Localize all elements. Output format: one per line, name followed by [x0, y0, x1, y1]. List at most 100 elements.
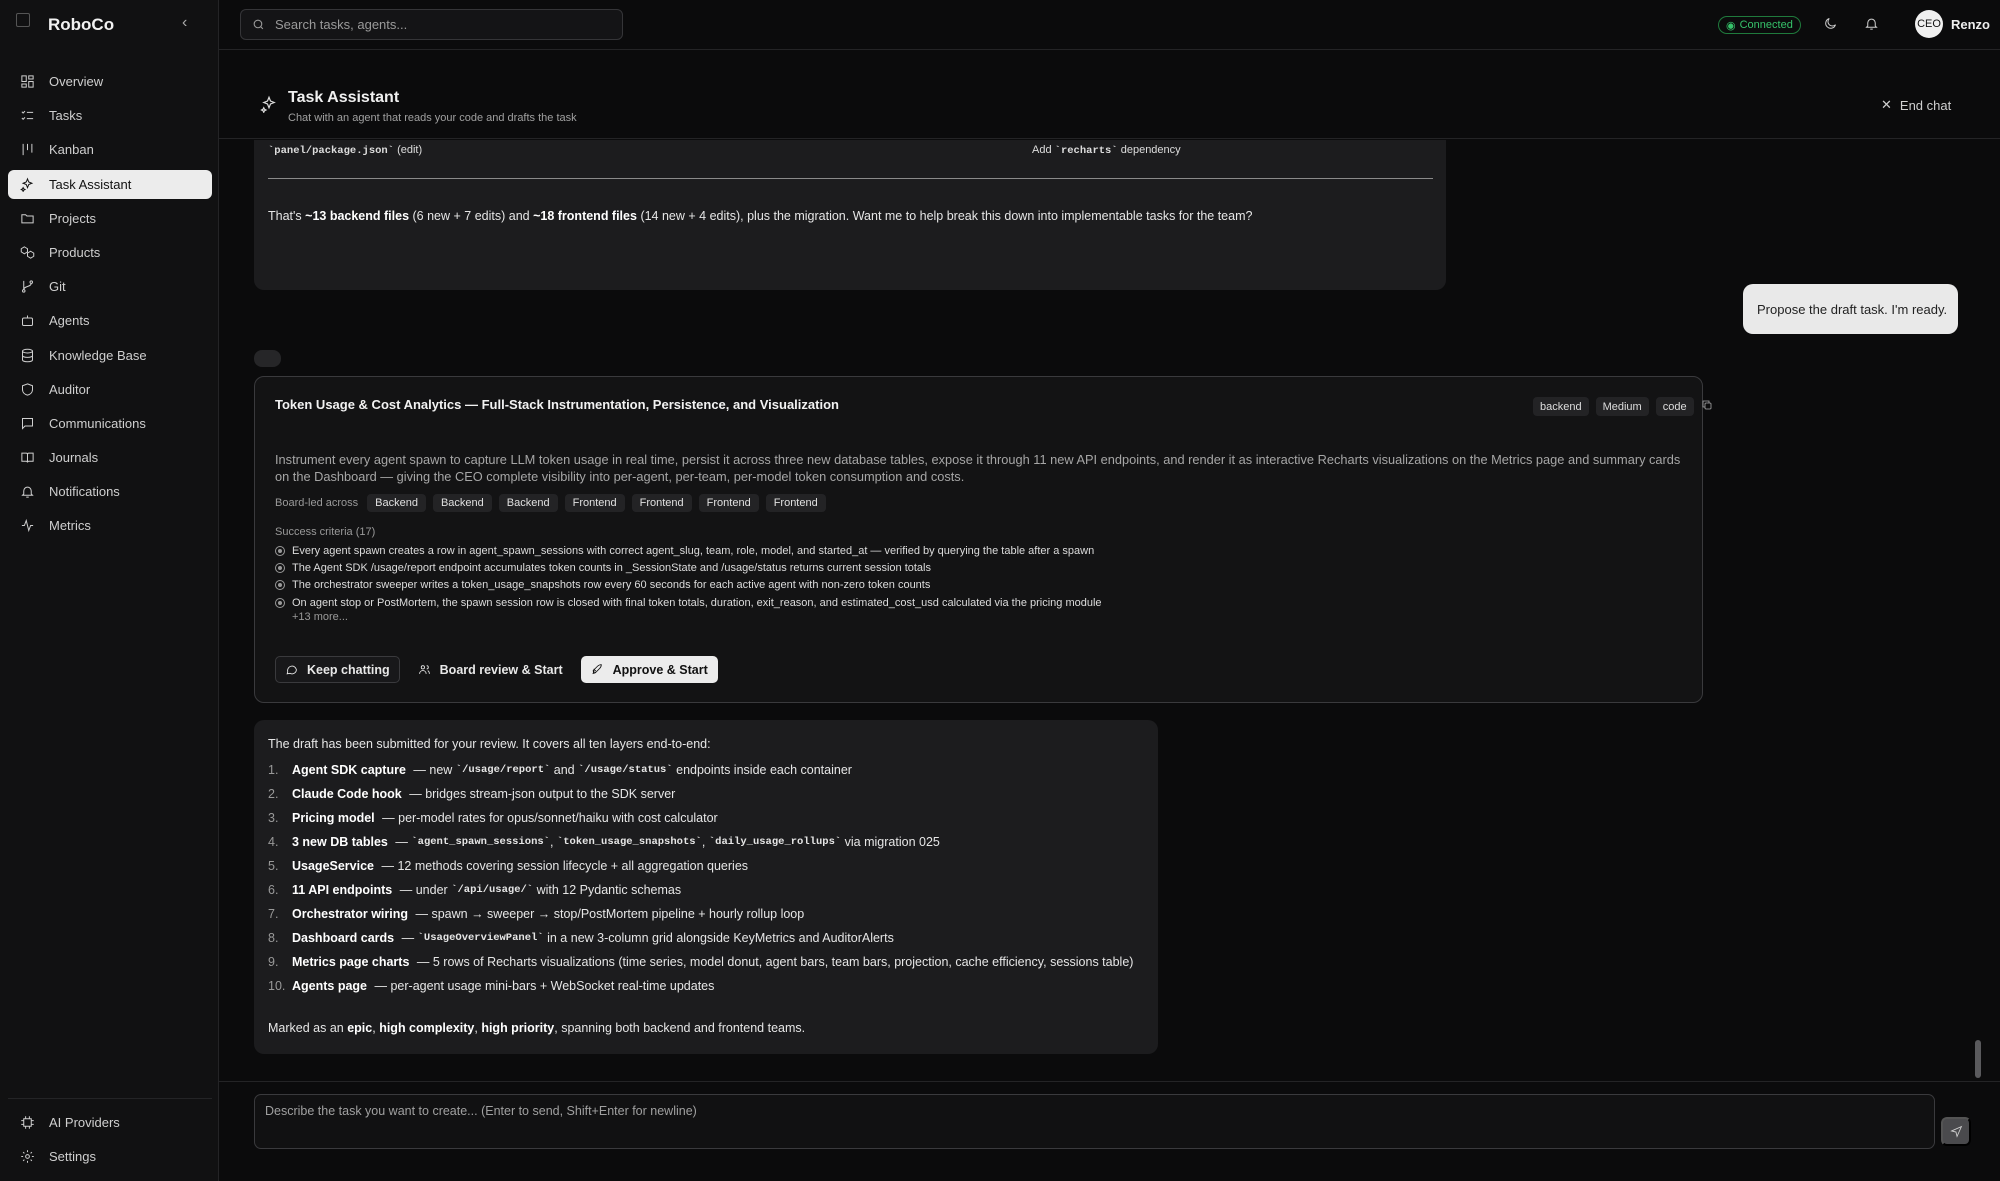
sidebar-item-kanban[interactable]: Kanban — [8, 135, 212, 164]
keep-chatting-button[interactable]: Keep chatting — [275, 656, 400, 683]
sidebar-item-tasks[interactable]: Tasks — [8, 101, 212, 130]
message-circle-icon — [286, 665, 297, 675]
list-item: The Agent SDK /usage/report endpoint acc… — [275, 559, 1102, 576]
list-item: 1. Agent SDK capture — new `/usage/report… — [268, 763, 852, 777]
composer-box[interactable] — [254, 1094, 1935, 1149]
reply-outro: Marked as an epic, high complexity, high… — [268, 1021, 806, 1035]
cpu-icon — [19, 1115, 35, 1131]
sidebar-nav: Overview Tasks Kanban Task Assistant Pro… — [8, 67, 212, 546]
more-criteria-link[interactable]: +13 more... — [292, 611, 348, 623]
team-chip: Backend — [432, 494, 492, 512]
sidebar-item-products[interactable]: Products — [8, 238, 212, 267]
user-menu[interactable]: CEO Renzo — [1915, 10, 1990, 38]
sidebar-item-auditor[interactable]: Auditor — [8, 375, 212, 404]
sidebar-item-label: Task Assistant — [49, 176, 132, 192]
criteria-label: Success criteria (17) — [275, 526, 376, 538]
close-icon: ✕ — [1881, 97, 1892, 112]
team-chip: Backend — [498, 494, 558, 512]
bell-icon[interactable] — [1864, 16, 1880, 32]
sidebar-item-label: Communications — [49, 415, 146, 431]
assistant-message: `panel/package.json` (edit) Add `rechart… — [254, 140, 1446, 290]
folder-icon — [19, 210, 35, 226]
sidebar-item-label: Products — [49, 244, 101, 260]
moon-icon[interactable] — [1823, 16, 1839, 32]
send-button[interactable] — [1941, 1117, 1971, 1146]
page-title: Task Assistant — [288, 89, 400, 106]
sidebar-item-label: Notifications — [49, 484, 120, 500]
list-item: 7. Orchestrator wiring — spawn → sweeper … — [268, 907, 805, 921]
file-path: `panel/package.json` — [268, 145, 395, 157]
radio-dot-icon — [275, 580, 285, 591]
message-list: `panel/package.json` (edit) Add `rechart… — [219, 140, 1981, 1080]
change-text: dependency — [1120, 144, 1181, 156]
bot-icon — [19, 313, 35, 329]
list-item: 9. Metrics page charts — 5 rows of Rechar… — [268, 955, 1134, 969]
sidebar-bottom: AI Providers Settings — [8, 1098, 212, 1176]
search-input[interactable] — [275, 17, 605, 32]
sidebar-item-communications[interactable]: Communications — [8, 409, 212, 438]
board-review-button[interactable]: Board review & Start — [408, 656, 573, 683]
change-row: Add `recharts` dependency — [1032, 144, 1181, 157]
sidebar-item-overview[interactable]: Overview — [8, 67, 212, 96]
scrollbar[interactable] — [1975, 140, 1981, 1080]
sidebar-item-label: Agents — [49, 313, 90, 329]
sidebar-item-notifications[interactable]: Notifications — [8, 477, 212, 506]
collapse-sidebar-icon[interactable]: ‹ — [182, 15, 196, 31]
sidebar-item-metrics[interactable]: Metrics — [8, 511, 212, 540]
draft-task-card: Token Usage & Cost Analytics — Full-Stac… — [254, 376, 1711, 703]
reply-intro: The draft has been submitted for your re… — [268, 737, 711, 751]
list-checks-icon — [19, 108, 35, 124]
sidebar-item-label: Metrics — [49, 518, 91, 534]
list-item: The orchestrator sweeper writes a token_… — [275, 577, 1102, 594]
radio-dot-icon — [275, 562, 285, 573]
tag: backend — [1533, 397, 1589, 416]
list-item: 10. Agents page — per-agent usage mini-ba… — [268, 979, 715, 993]
book-icon — [19, 450, 35, 466]
copy-icon[interactable] — [1701, 398, 1713, 416]
gear-icon — [19, 1149, 35, 1165]
brand-name: RoboCo — [48, 15, 115, 34]
summary-text: That's ~13 backend files (6 new + 7 edit… — [268, 209, 1253, 223]
shield-icon — [19, 381, 35, 397]
scrollbar-thumb[interactable] — [1975, 1040, 1981, 1078]
team-chip: Frontend — [564, 494, 625, 512]
topbar: ◉ Connected CEO Renzo — [219, 0, 2000, 50]
sidebar-item-label: AI Providers — [49, 1115, 120, 1130]
end-chat-label: End chat — [1899, 97, 1952, 113]
sidebar-item-knowledge-base[interactable]: Knowledge Base — [8, 341, 212, 370]
message-square-icon — [19, 415, 35, 431]
user-name: Renzo — [1951, 16, 1990, 32]
board-row: Board-led across Backend Backend Backend… — [275, 494, 826, 512]
list-item: 2. Claude Code hook — bridges stream-json… — [268, 787, 676, 801]
sidebar-item-label: Settings — [49, 1149, 96, 1164]
sidebar-item-journals[interactable]: Journals — [8, 443, 212, 472]
sidebar-item-label: Knowledge Base — [49, 347, 147, 363]
sidebar-item-task-assistant[interactable]: Task Assistant — [8, 169, 212, 199]
list-item: 6. 11 API endpoints — under `/api/usage/`… — [268, 883, 682, 897]
page-subtitle: Chat with an agent that reads your code … — [288, 112, 577, 124]
message-input[interactable] — [255, 1095, 1934, 1148]
typing-indicator — [254, 350, 281, 367]
sidebar-item-settings[interactable]: Settings — [8, 1142, 212, 1171]
team-chip: Frontend — [698, 494, 759, 512]
search-box[interactable] — [240, 9, 623, 40]
sidebar-item-label: Auditor — [49, 381, 91, 397]
logo-icon — [16, 13, 30, 27]
approve-start-button[interactable]: Approve & Start — [580, 656, 718, 683]
git-branch-icon — [19, 279, 35, 295]
tag: code — [1655, 397, 1694, 416]
boxes-icon — [19, 244, 35, 260]
sidebar-item-label: Tasks — [49, 108, 83, 124]
rocket-icon — [592, 664, 602, 675]
sidebar-item-agents[interactable]: Agents — [8, 306, 212, 335]
change-text: Add — [1032, 144, 1052, 156]
sidebar: RoboCo ‹ Overview Tasks Kanban Task Assi… — [0, 0, 219, 1181]
sidebar-item-ai-providers[interactable]: AI Providers — [8, 1108, 212, 1137]
end-chat-button[interactable]: ✕ End chat — [1881, 97, 1951, 113]
sidebar-item-projects[interactable]: Projects — [8, 204, 212, 233]
wifi-icon: ◉ — [1726, 19, 1736, 32]
activity-icon — [19, 518, 35, 534]
sidebar-item-git[interactable]: Git — [8, 272, 212, 301]
sidebar-item-label: Projects — [49, 210, 96, 226]
file-row: `panel/package.json` (edit) — [268, 144, 422, 157]
